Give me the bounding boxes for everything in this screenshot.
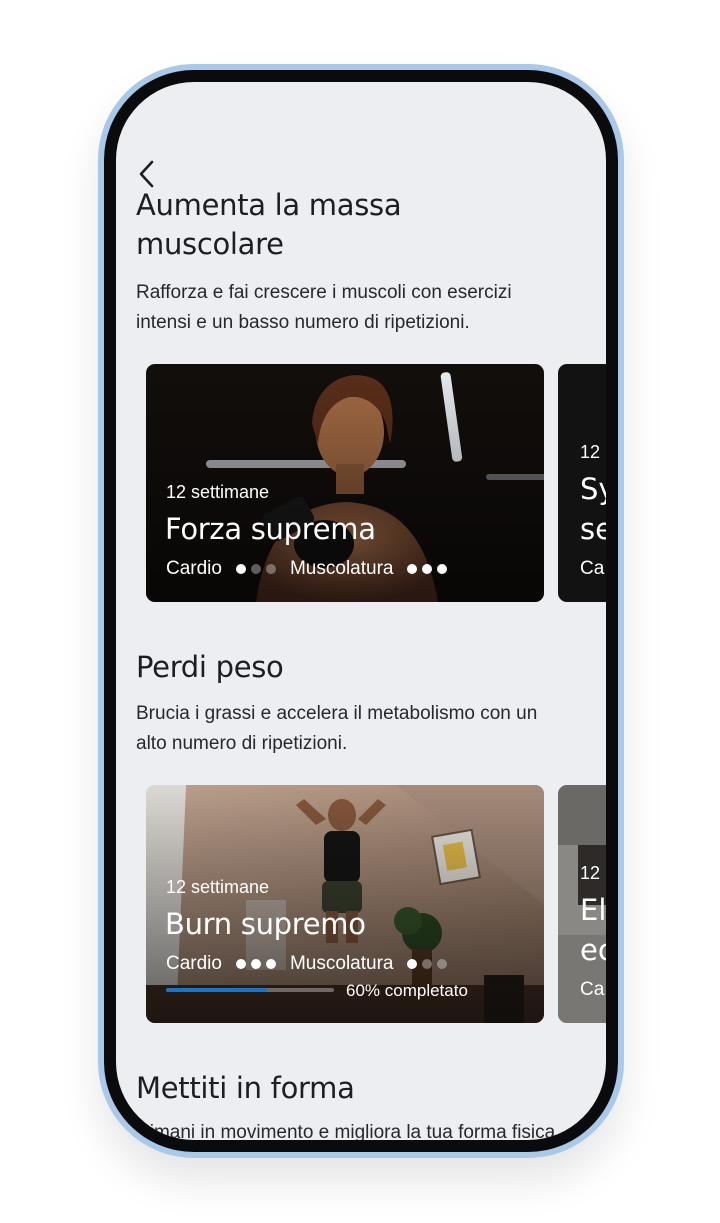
section-title-line: Aumenta la massa bbox=[136, 188, 402, 222]
card-title: se bbox=[580, 512, 606, 546]
section-title-line: muscolare bbox=[136, 227, 284, 261]
section-title-get-fit: Mettiti in forma bbox=[136, 1069, 355, 1108]
card-duration: 12 bbox=[580, 442, 601, 462]
section-desc-line: intensi e un basso numero di ripetizioni… bbox=[136, 312, 470, 333]
progress-label: 60% completato bbox=[346, 981, 468, 1000]
section-description: Brucia i grassi e accelera il metabolism… bbox=[136, 699, 581, 759]
card-title: ec bbox=[580, 933, 606, 967]
muscle-rating-dots bbox=[407, 959, 448, 969]
card-duration: 12 settimane bbox=[166, 482, 270, 502]
card-title: Forza suprema bbox=[165, 512, 376, 546]
program-card-forza-suprema[interactable]: 12 settimane Forza suprema Cardio Muscol… bbox=[146, 364, 544, 602]
rating-dot-filled bbox=[437, 564, 448, 574]
cardio-rating-dots bbox=[235, 564, 276, 574]
muscle-label: Muscolatura bbox=[289, 953, 394, 974]
rating-dot-empty bbox=[250, 564, 261, 574]
program-card-peek[interactable]: 12 Sy se Ca bbox=[558, 364, 606, 602]
cardio-rating-dots bbox=[235, 959, 276, 969]
card-title: Burn supremo bbox=[165, 907, 366, 941]
card-title: El bbox=[580, 893, 606, 927]
rating-dot-filled bbox=[265, 959, 276, 969]
rating-dot-filled bbox=[235, 959, 246, 969]
rating-dot-filled bbox=[407, 564, 418, 574]
card-meta: Ca bbox=[580, 558, 605, 579]
progress-bar-fill bbox=[166, 988, 267, 992]
card-intensity-meta: Cardio Muscolatura bbox=[166, 953, 461, 975]
section-title-line: Mettiti in forma bbox=[136, 1071, 355, 1105]
muscle-rating-dots bbox=[407, 564, 448, 574]
program-card-peek[interactable]: 12 El ec Ca bbox=[558, 785, 606, 1023]
section-title-lose-weight: Perdi peso bbox=[136, 648, 284, 687]
card-title: Sy bbox=[580, 472, 606, 506]
section-desc-line: Brucia i grassi e accelera il metabolism… bbox=[136, 703, 538, 724]
progress-bar bbox=[166, 988, 334, 992]
section-desc-line: Rimani in movimento e migliora la tua fo… bbox=[136, 1122, 556, 1140]
card-intensity-meta: Cardio Muscolatura bbox=[166, 558, 461, 580]
card-duration: 12 settimane bbox=[166, 877, 270, 897]
rating-dot-empty bbox=[437, 959, 448, 969]
rating-dot-filled bbox=[250, 959, 261, 969]
rating-dot-filled bbox=[422, 564, 433, 574]
card-duration: 12 bbox=[580, 863, 601, 883]
rating-dot-empty bbox=[422, 959, 433, 969]
section-desc-line: Rafforza e fai crescere i muscoli con es… bbox=[136, 282, 512, 303]
card-meta: Ca bbox=[580, 979, 605, 1000]
cardio-label: Cardio bbox=[166, 953, 222, 974]
cardio-label: Cardio bbox=[166, 558, 222, 579]
section-description: Rimani in movimento e migliora la tua fo… bbox=[136, 1118, 606, 1140]
rating-dot-filled bbox=[407, 959, 418, 969]
section-desc-line: alto numero di ripetizioni. bbox=[136, 733, 348, 754]
rating-dot-filled bbox=[235, 564, 246, 574]
program-card-burn-supremo[interactable]: 12 settimane Burn supremo Cardio Muscola… bbox=[146, 785, 544, 1023]
rating-dot-empty bbox=[265, 564, 276, 574]
app-screen: Aumenta la massa muscolare Rafforza e fa… bbox=[116, 82, 606, 1140]
section-title-build-muscle: Aumenta la massa muscolare bbox=[136, 186, 402, 264]
muscle-label: Muscolatura bbox=[289, 558, 394, 579]
section-description: Rafforza e fai crescere i muscoli con es… bbox=[136, 278, 581, 338]
section-title-line: Perdi peso bbox=[136, 650, 284, 684]
